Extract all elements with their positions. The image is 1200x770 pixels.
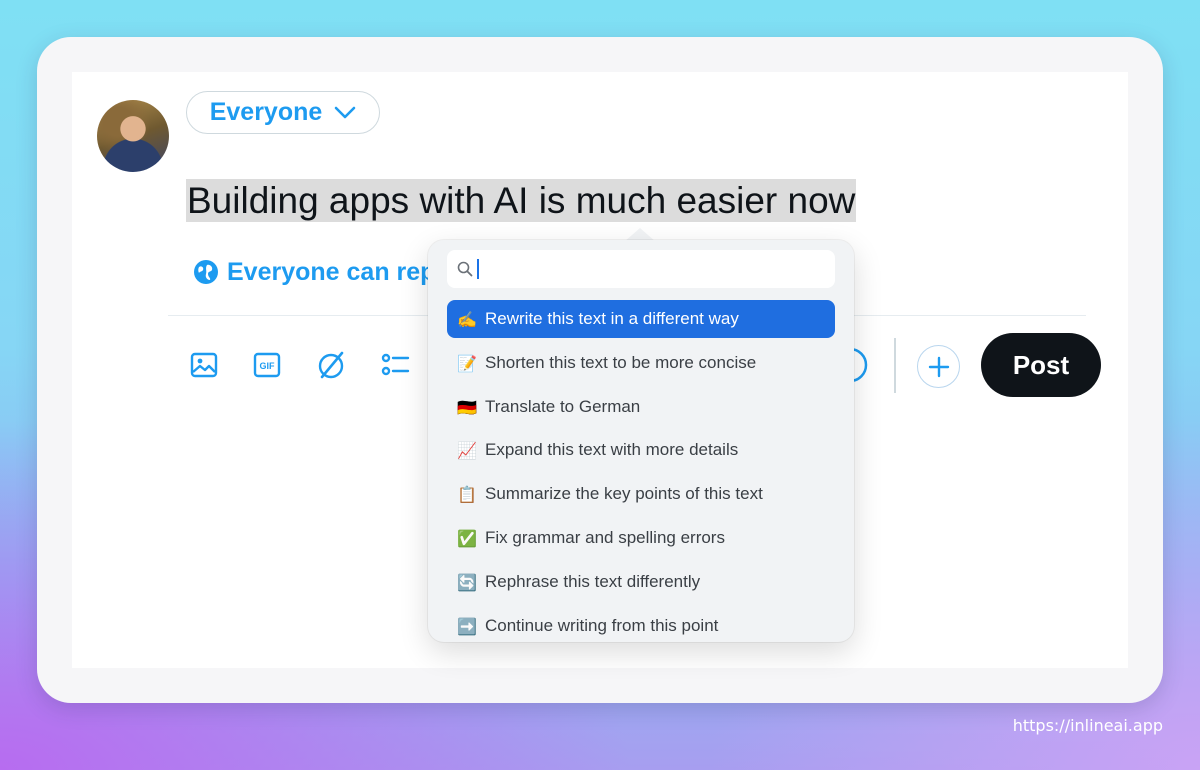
poll-button[interactable] — [379, 349, 411, 381]
writing-hand-icon: ✍️ — [457, 309, 477, 329]
add-post-button[interactable] — [917, 345, 960, 388]
clipboard-icon: 📋 — [457, 484, 477, 504]
menu-item-fix-grammar[interactable]: ✅ Fix grammar and spelling errors — [447, 519, 835, 557]
menu-item-continue[interactable]: ➡️ Continue writing from this point — [447, 607, 835, 642]
search-icon — [457, 261, 473, 277]
gif-icon: GIF — [253, 352, 281, 378]
post-button[interactable]: Post — [981, 333, 1101, 397]
menu-item-label: Fix grammar and spelling errors — [485, 528, 725, 547]
menu-item-label: Rephrase this text differently — [485, 572, 701, 591]
gif-button[interactable]: GIF — [251, 349, 283, 381]
memo-icon: 📝 — [457, 353, 477, 373]
globe-icon — [194, 260, 218, 284]
source-url: https://inlineai.app — [1012, 716, 1163, 735]
menu-item-label: Summarize the key points of this text — [485, 484, 763, 503]
right-arrow-icon: ➡️ — [457, 616, 477, 636]
german-flag-icon: 🇩🇪 — [457, 397, 477, 417]
menu-item-rewrite[interactable]: ✍️ Rewrite this text in a different way — [447, 300, 835, 338]
image-icon — [190, 352, 218, 378]
check-mark-icon: ✅ — [457, 528, 477, 548]
ai-command-popup: ✍️ Rewrite this text in a different way … — [428, 240, 854, 642]
add-icon — [928, 356, 949, 377]
popup-search-box[interactable] — [447, 250, 835, 288]
menu-item-translate[interactable]: 🇩🇪 Translate to German — [447, 388, 835, 426]
chevron-down-icon — [334, 106, 356, 118]
menu-item-label: Continue writing from this point — [485, 616, 719, 635]
menu-item-label: Expand this text with more details — [485, 440, 739, 459]
audience-selector[interactable]: Everyone — [186, 91, 380, 134]
menu-item-label: Shorten this text to be more concise — [485, 353, 757, 372]
menu-item-summarize[interactable]: 📋 Summarize the key points of this text — [447, 475, 835, 513]
chart-increasing-icon: 📈 — [457, 440, 477, 460]
menu-item-shorten[interactable]: 📝 Shorten this text to be more concise — [447, 344, 835, 382]
grok-button[interactable] — [315, 349, 347, 381]
reply-setting-button[interactable]: Everyone can rep — [193, 257, 435, 287]
svg-text:GIF: GIF — [260, 361, 276, 371]
avatar[interactable] — [97, 100, 169, 172]
menu-item-expand[interactable]: 📈 Expand this text with more details — [447, 431, 835, 469]
text-caret — [477, 259, 479, 279]
menu-item-label: Translate to German — [485, 397, 641, 416]
reply-setting-label: Everyone can rep — [227, 257, 436, 286]
grok-icon — [318, 351, 344, 379]
popup-search-input[interactable] — [487, 259, 827, 279]
audience-label: Everyone — [209, 98, 323, 126]
media-button[interactable] — [188, 349, 220, 381]
toolbar-vertical-divider — [894, 338, 896, 393]
menu-item-rephrase[interactable]: 🔄 Rephrase this text differently — [447, 563, 835, 601]
refresh-icon: 🔄 — [457, 572, 477, 592]
tweet-text-selected[interactable]: Building apps with AI is much easier now — [186, 179, 857, 222]
poll-icon — [381, 353, 410, 376]
menu-item-label: Rewrite this text in a different way — [485, 309, 739, 328]
